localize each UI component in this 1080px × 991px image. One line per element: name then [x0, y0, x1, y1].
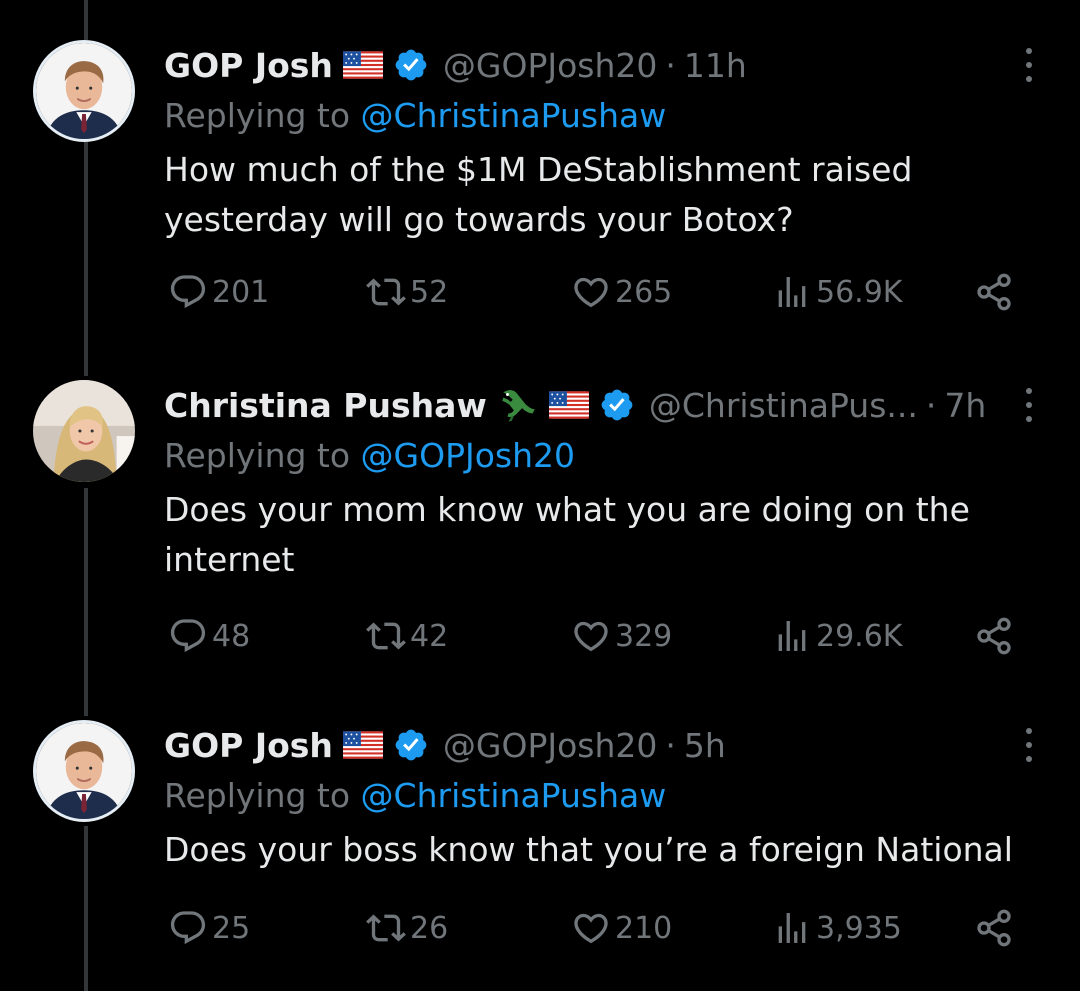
replying-to-label: Replying to — [164, 776, 351, 815]
profile-photo — [36, 43, 132, 139]
reply-button[interactable]: 201 — [168, 272, 269, 312]
tweet-2[interactable]: Christina Pushaw @ChristinaPus... · 7h R… — [0, 380, 1080, 680]
reply-count: 48 — [212, 618, 251, 654]
more-options-icon[interactable] — [1022, 48, 1036, 82]
views-chart-icon — [772, 616, 816, 656]
repost-count: 52 — [410, 274, 449, 310]
repost-button[interactable]: 42 — [366, 616, 448, 656]
reply-bubble-icon — [168, 616, 212, 656]
view-count: 3,935 — [816, 910, 902, 946]
username-handle[interactable]: @ChristinaPus... — [649, 386, 918, 425]
verified-badge-icon[interactable] — [393, 727, 429, 763]
more-options-icon[interactable] — [1022, 388, 1036, 422]
views-button[interactable]: 3,935 — [772, 908, 902, 948]
avatar[interactable] — [33, 380, 135, 482]
us-flag-icon — [343, 731, 383, 759]
tweet-text: Does your mom know what you are doing on… — [164, 490, 970, 579]
heart-icon — [571, 272, 615, 312]
separator-dot: · — [665, 725, 676, 765]
tweet-content: GOP Josh @GOPJosh20 · 11h Replying to @C… — [164, 40, 1044, 245]
reply-bubble-icon — [168, 272, 212, 312]
timestamp[interactable]: 7h — [944, 386, 986, 425]
views-chart-icon — [772, 908, 816, 948]
reply-button[interactable]: 25 — [168, 908, 250, 948]
display-name[interactable]: Christina Pushaw — [164, 386, 487, 425]
repost-icon — [366, 908, 410, 948]
like-button[interactable]: 329 — [571, 616, 672, 656]
repost-count: 26 — [410, 910, 449, 946]
thread-line-top — [84, 0, 88, 40]
tweet-header: GOP Josh @GOPJosh20 · 11h — [164, 40, 1044, 90]
tweet-text: How much of the $1M DeStablishment raise… — [164, 150, 913, 239]
share-button[interactable] — [974, 616, 1018, 656]
timestamp[interactable]: 11h — [684, 46, 747, 85]
tweet-text: Does your boss know that you’re a foreig… — [164, 830, 1013, 869]
tweet-header: Christina Pushaw @ChristinaPus... · 7h — [164, 380, 1044, 430]
separator-dot: · — [665, 45, 676, 85]
repost-button[interactable]: 52 — [366, 272, 448, 312]
timestamp[interactable]: 5h — [684, 726, 726, 765]
action-bar: 48 42 329 29.6K — [168, 616, 1028, 660]
views-button[interactable]: 29.6K — [772, 616, 902, 656]
tweet-3[interactable]: GOP Josh @GOPJosh20 · 5h Replying to @Ch… — [0, 720, 1080, 991]
share-button[interactable] — [974, 908, 1018, 948]
repost-button[interactable]: 26 — [366, 908, 448, 948]
like-button[interactable]: 210 — [571, 908, 672, 948]
action-bar: 201 52 265 56.9K — [168, 272, 1028, 316]
mention-link[interactable]: @ChristinaPushaw — [361, 96, 667, 135]
profile-photo — [33, 380, 135, 482]
separator-dot: · — [925, 385, 937, 425]
share-icon — [974, 616, 1018, 656]
reply-count: 25 — [212, 910, 251, 946]
reply-count: 201 — [212, 274, 270, 310]
view-count: 56.9K — [816, 274, 903, 310]
tweet-1[interactable]: GOP Josh @GOPJosh20 · 11h Replying to @C… — [0, 40, 1080, 340]
like-count: 329 — [615, 618, 673, 654]
heart-icon — [571, 616, 615, 656]
avatar[interactable] — [33, 720, 135, 822]
heart-icon — [571, 908, 615, 948]
tweet-header: GOP Josh @GOPJosh20 · 5h — [164, 720, 1044, 770]
repost-count: 42 — [410, 618, 449, 654]
share-icon — [974, 908, 1018, 948]
profile-photo — [36, 723, 132, 819]
crocodile-icon — [497, 384, 539, 426]
share-button[interactable] — [974, 272, 1018, 312]
replying-to-label: Replying to — [164, 96, 351, 135]
like-count: 265 — [615, 274, 673, 310]
replying-to: Replying to @GOPJosh20 — [164, 430, 1044, 482]
username-handle[interactable]: @GOPJosh20 — [443, 46, 657, 85]
repost-icon — [366, 616, 410, 656]
reply-bubble-icon — [168, 908, 212, 948]
verified-badge-icon[interactable] — [599, 387, 635, 423]
us-flag-icon — [549, 391, 589, 419]
mention-link[interactable]: @GOPJosh20 — [361, 436, 575, 475]
share-icon — [974, 272, 1018, 312]
replying-to: Replying to @ChristinaPushaw — [164, 770, 1044, 822]
like-count: 210 — [615, 910, 673, 946]
replying-to-label: Replying to — [164, 436, 351, 475]
more-options-icon[interactable] — [1022, 728, 1036, 762]
mention-link[interactable]: @ChristinaPushaw — [361, 776, 667, 815]
reply-button[interactable]: 48 — [168, 616, 250, 656]
verified-badge-icon[interactable] — [393, 47, 429, 83]
views-chart-icon — [772, 272, 816, 312]
action-bar: 25 26 210 3,935 — [168, 908, 1028, 952]
repost-icon — [366, 272, 410, 312]
avatar[interactable] — [33, 40, 135, 142]
view-count: 29.6K — [816, 618, 903, 654]
username-handle[interactable]: @GOPJosh20 — [443, 726, 657, 765]
display-name[interactable]: GOP Josh — [164, 46, 333, 85]
display-name[interactable]: GOP Josh — [164, 726, 333, 765]
us-flag-icon — [343, 51, 383, 79]
tweet-content: GOP Josh @GOPJosh20 · 5h Replying to @Ch… — [164, 720, 1044, 875]
like-button[interactable]: 265 — [571, 272, 672, 312]
tweet-content: Christina Pushaw @ChristinaPus... · 7h R… — [164, 380, 1044, 585]
replying-to: Replying to @ChristinaPushaw — [164, 90, 1044, 142]
views-button[interactable]: 56.9K — [772, 272, 902, 312]
